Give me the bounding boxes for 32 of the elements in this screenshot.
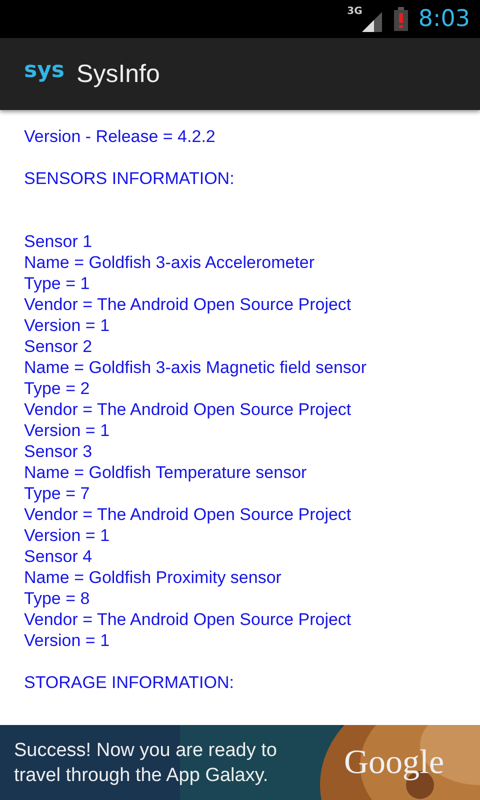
- section-heading: STORAGE INFORMATION:: [24, 672, 235, 693]
- brand-name: Google: [344, 744, 444, 782]
- info-line: Sensor 3: [24, 441, 94, 462]
- info-line: Version = 1: [24, 420, 111, 441]
- info-line: Version = 1: [24, 315, 111, 336]
- network-type: 3G: [347, 6, 362, 17]
- info-line: Vendor = The Android Open Source Project: [24, 504, 352, 525]
- clock-time: 8:03: [418, 6, 470, 32]
- info-line: Sensor 1: [24, 231, 94, 252]
- info-line: Name = Goldfish Proximity sensor: [24, 567, 282, 588]
- info-line: Name = Goldfish 3-axis Accelerometer: [24, 252, 316, 273]
- info-line: Type = 2: [24, 378, 91, 399]
- info-line: Version - Release = 4.2.2: [24, 126, 216, 147]
- info-line: Vendor = The Android Open Source Project: [24, 294, 352, 315]
- info-line: Sensor 4: [24, 546, 94, 567]
- ad-banner[interactable]: Success! Now you are ready to travel through the App Galaxy. Google: [0, 725, 480, 800]
- battery-alert-icon: [394, 7, 408, 31]
- info-line: Version = 1: [24, 525, 111, 546]
- info-line: Vendor = The Android Open Source Project: [24, 609, 352, 630]
- signal-icon: [362, 12, 382, 32]
- info-line: Name = Goldfish 3-axis Magnetic field sensor: [24, 357, 368, 378]
- info-line: Version = 1: [24, 630, 111, 651]
- info-line: Vendor = The Android Open Source Project: [24, 399, 352, 420]
- info-line: Type = 8: [24, 588, 91, 609]
- section-heading: SENSORS INFORMATION:: [24, 168, 236, 189]
- info-line: Type = 7: [24, 483, 91, 504]
- app-title: SysInfo: [76, 60, 160, 88]
- app-logo[interactable]: sys: [24, 58, 65, 82]
- info-line: Type = 1: [24, 273, 91, 294]
- info-line: Sensor 2: [24, 336, 94, 357]
- ad-text: Success! Now you are ready to travel through the App Galaxy.: [14, 738, 278, 788]
- info-line: Name = Goldfish Temperature sensor: [24, 462, 308, 483]
